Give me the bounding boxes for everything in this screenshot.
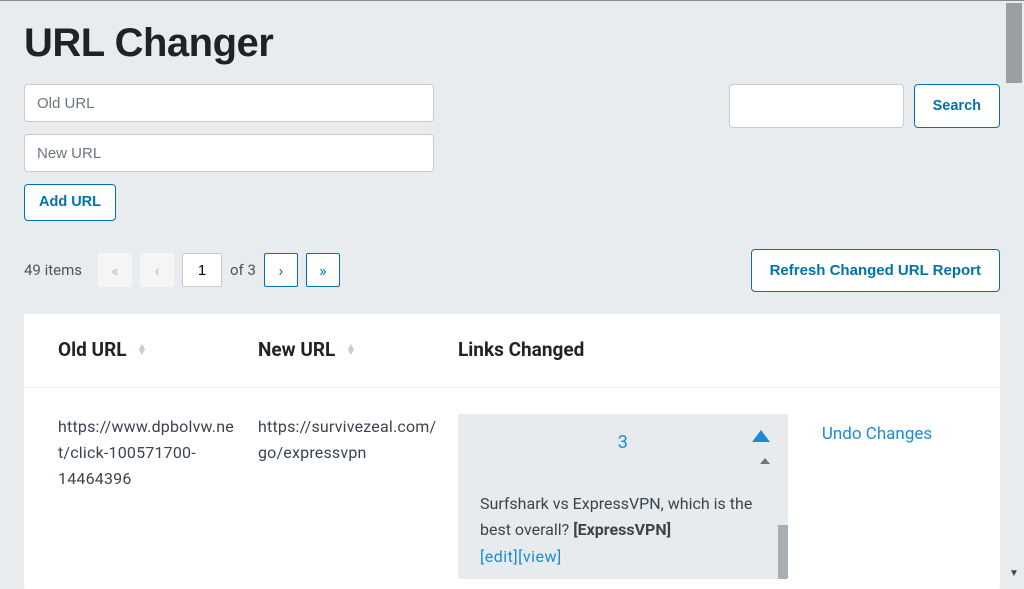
edit-link[interactable]: [edit] — [480, 547, 518, 566]
links-panel: 3 Surfshark vs ExpressVPN, which is the … — [458, 414, 788, 579]
col-header-new[interactable]: New URL ▲▼ — [258, 338, 458, 361]
cell-old-url: https://www.dpbolvw.net/click-100571700-… — [58, 414, 258, 579]
page-current-input[interactable] — [182, 253, 222, 287]
sort-arrows-icon: ▲▼ — [137, 344, 148, 355]
window-scrollbar[interactable] — [1006, 3, 1022, 83]
scroll-down-arrow-icon[interactable]: ▼ — [1006, 565, 1022, 581]
page-last-button[interactable]: » — [306, 253, 340, 287]
inner-scrollbar[interactable] — [778, 525, 788, 579]
pagination: 49 items « ‹ of 3 › » — [24, 253, 340, 287]
new-url-input[interactable] — [24, 134, 434, 172]
page-next-button[interactable]: › — [264, 253, 298, 287]
col-header-new-label: New URL — [258, 338, 335, 361]
post-title-bold: [ExpressVPN] — [573, 520, 671, 539]
links-count[interactable]: 3 — [480, 428, 766, 458]
add-url-button[interactable]: Add URL — [24, 184, 116, 221]
search-button[interactable]: Search — [914, 84, 1000, 128]
cell-action: Undo Changes — [788, 414, 966, 579]
search-input[interactable] — [729, 84, 904, 128]
table-header-row: Old URL ▲▼ New URL ▲▼ Links Changed — [24, 338, 1000, 388]
sort-arrows-icon: ▲▼ — [345, 344, 356, 355]
view-link[interactable]: [view] — [518, 547, 562, 566]
col-header-links: Links Changed — [458, 338, 966, 361]
add-url-form: Add URL — [24, 84, 434, 221]
post-actions: [edit][view] — [480, 544, 766, 570]
collapse-caret-icon[interactable] — [752, 430, 770, 442]
post-title: Surfshark vs ExpressVPN, which is the be… — [480, 491, 766, 542]
refresh-report-button[interactable]: Refresh Changed URL Report — [751, 249, 1000, 292]
search-area: Search — [729, 84, 1000, 128]
cell-new-url: https://survivezeal.com/go/expressvpn — [258, 414, 458, 579]
undo-changes-link[interactable]: Undo Changes — [822, 424, 932, 444]
page-first-button: « — [98, 253, 132, 287]
page-title: URL Changer — [24, 21, 1000, 66]
table-row: https://www.dpbolvw.net/click-100571700-… — [24, 388, 1000, 589]
url-table: Old URL ▲▼ New URL ▲▼ Links Changed http… — [24, 314, 1000, 589]
page-prev-button: ‹ — [140, 253, 174, 287]
old-url-input[interactable] — [24, 84, 434, 122]
col-header-links-label: Links Changed — [458, 338, 584, 361]
page-of-label: of 3 — [230, 261, 256, 279]
col-header-old-label: Old URL — [58, 338, 127, 361]
col-header-old[interactable]: Old URL ▲▼ — [58, 338, 258, 361]
small-up-icon — [760, 458, 770, 464]
items-count: 49 items — [24, 261, 82, 279]
cell-links-changed: 3 Surfshark vs ExpressVPN, which is the … — [458, 414, 788, 579]
